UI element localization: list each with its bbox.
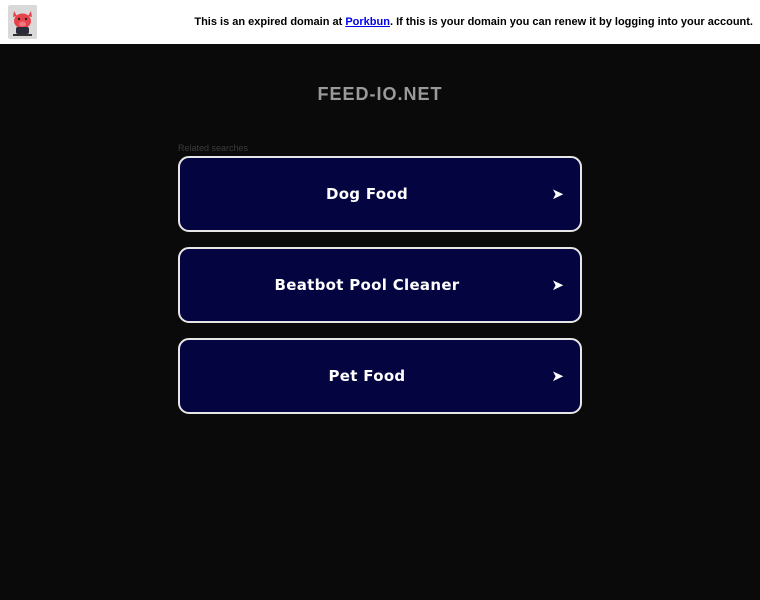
notice-text-before: This is an expired domain at <box>194 16 346 28</box>
porkbun-link[interactable]: Porkbun <box>345 16 390 28</box>
expired-domain-notice: This is an expired domain at Porkbun. If… <box>194 16 753 28</box>
domain-title: FEED-IO.NET <box>317 84 443 104</box>
arrow-right-icon: ➤ <box>551 276 564 294</box>
notice-text-after: . If this is your domain you can renew i… <box>389 16 753 28</box>
related-search-label: Dog Food <box>325 185 409 203</box>
porkbun-pig-logo-icon <box>8 5 37 39</box>
related-search-label: Beatbot Pool Cleaner <box>274 276 460 294</box>
related-search-label: Pet Food <box>328 367 406 385</box>
related-search-button-pet-food[interactable]: Pet Food ➤ <box>178 338 582 414</box>
arrow-right-icon: ➤ <box>551 367 564 385</box>
top-notice-bar: This is an expired domain at Porkbun. If… <box>0 0 760 44</box>
related-search-button-dog-food[interactable]: Dog Food ➤ <box>178 156 582 232</box>
related-searches-label: Related searches <box>178 143 249 153</box>
arrow-right-icon: ➤ <box>551 185 564 203</box>
related-search-button-beatbot-pool-cleaner[interactable]: Beatbot Pool Cleaner ➤ <box>178 247 582 323</box>
